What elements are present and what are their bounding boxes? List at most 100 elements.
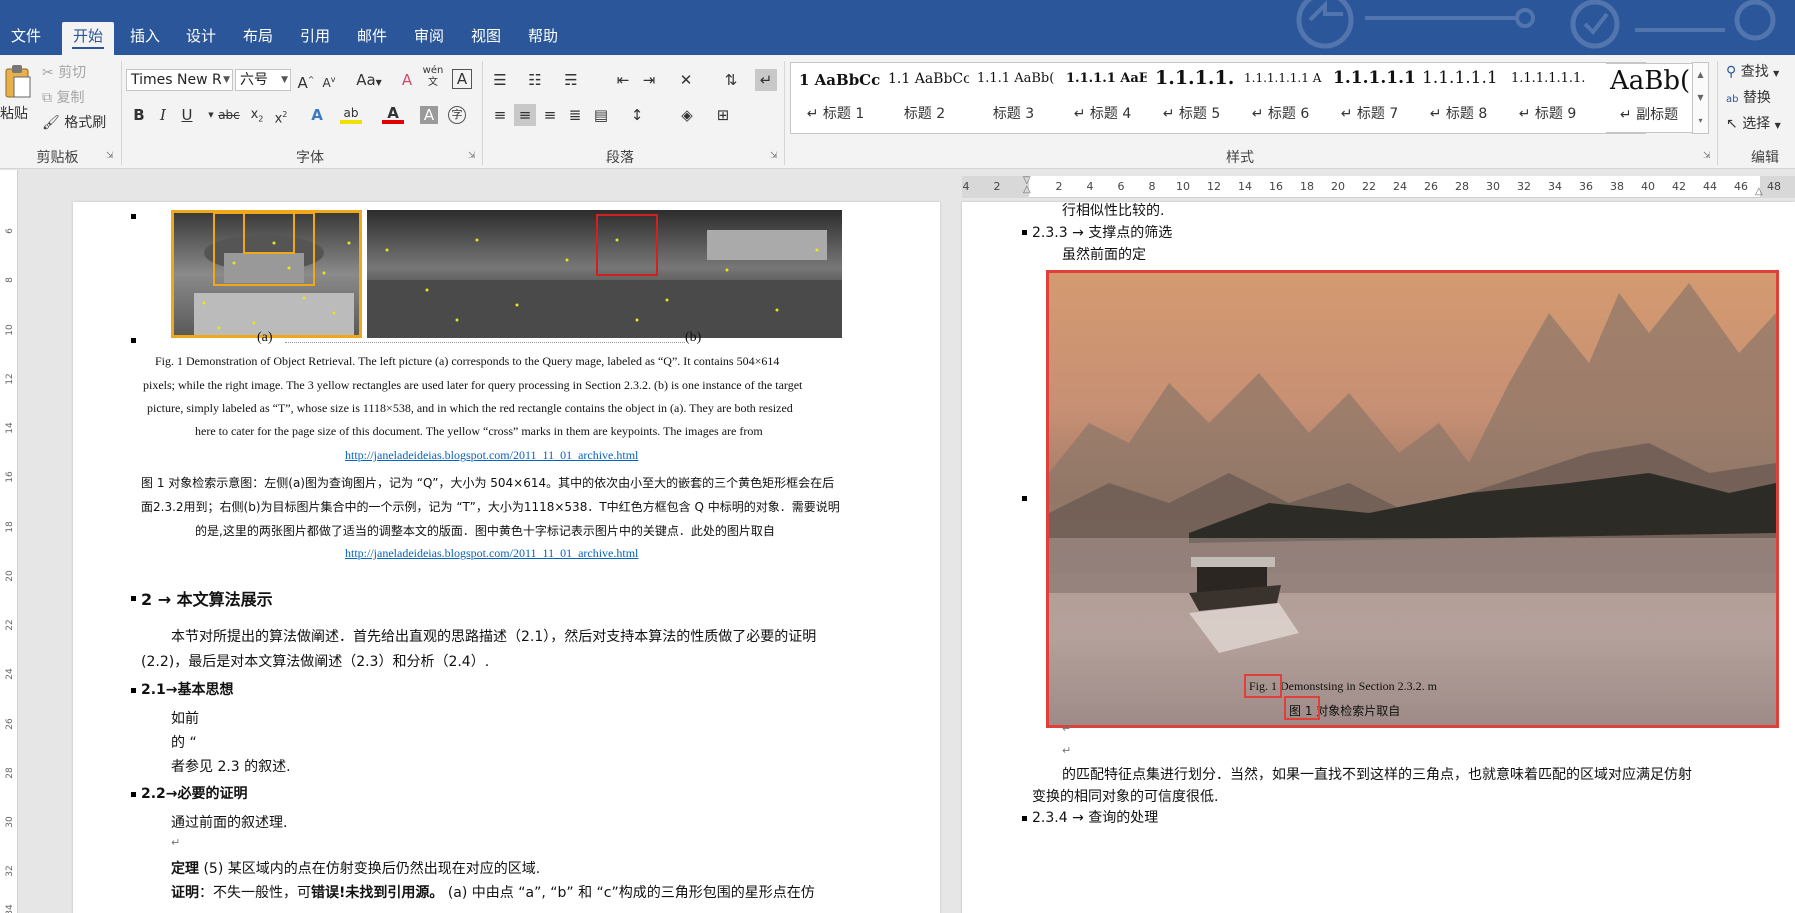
replace-button[interactable]: ab 替换	[1726, 87, 1771, 107]
style-subtitle[interactable]: AaBb( ↵ 副标题	[1606, 63, 1692, 133]
tab-view[interactable]: 视图	[463, 22, 509, 55]
numbering-button[interactable]: ☷	[524, 69, 546, 91]
ruler-tick: 28	[5, 767, 15, 779]
styles-launcher-icon[interactable]: ⇲	[1703, 151, 1711, 161]
group-label-clipboard: 剪贴板	[36, 150, 79, 166]
reference-error[interactable]: 错误!未找到引用源。	[311, 885, 443, 901]
borders-button[interactable]: ⊞	[712, 104, 734, 126]
text-effects-button[interactable]: A	[306, 104, 328, 126]
font-size-combo[interactable]: 六号 ▼	[235, 69, 291, 91]
tab-layout[interactable]: 布局	[235, 22, 281, 55]
copy-button[interactable]: ⧉ 复制	[42, 87, 84, 107]
strikethrough-button[interactable]: abc	[218, 104, 240, 126]
chinese-layout-button[interactable]: ✕	[675, 69, 697, 91]
highlight-button[interactable]: ab	[340, 102, 362, 124]
body-line: 者参见 2.3 的叙述.	[171, 759, 291, 775]
li-river-photo[interactable]	[1046, 270, 1779, 728]
shading-button[interactable]: ◈	[676, 104, 698, 126]
format-painter-label: 格式刷	[64, 115, 107, 131]
document-page-left[interactable]: (a) (b) Fig. 1 Demonstration of Object R…	[73, 202, 940, 913]
show-formatting-marks-button[interactable]: ↵	[755, 69, 777, 91]
horizontal-ruler[interactable]: 4 2 2 4 6 8 10 12 14 16 18 20 22 24 26 2…	[962, 176, 1795, 198]
find-button[interactable]: ⚲ 查找 ▼	[1726, 61, 1779, 81]
justify-button[interactable]: ≣	[564, 104, 586, 126]
group-divider	[1717, 61, 1718, 165]
style-heading-4[interactable]: 1.1.1.1 AaE ↵ 标题 4	[1058, 63, 1147, 133]
font-color-button[interactable]: A	[382, 102, 404, 124]
align-right-button[interactable]: ≡	[539, 104, 561, 126]
paste-button[interactable]: 粘贴	[0, 63, 34, 135]
paragraph-bullet	[131, 214, 136, 219]
italic-button[interactable]: I	[152, 104, 174, 126]
distributed-button[interactable]: ▤	[590, 104, 612, 126]
tab-home[interactable]: 开始	[62, 22, 114, 55]
fig-caption-en-line: pixels; while the right image. The 3 yel…	[143, 378, 803, 392]
source-link[interactable]: http://janeladeideias.blogspot.com/2011_…	[345, 546, 638, 561]
more-styles-icon[interactable]: ▾	[1693, 109, 1708, 132]
ruler-tick: 6	[5, 228, 15, 234]
body-line: 如前	[171, 711, 199, 727]
multilevel-list-button[interactable]: ☴	[560, 69, 582, 91]
style-heading-8[interactable]: 1.1.1.1.1 ↵ 标题 8	[1414, 63, 1503, 133]
character-shading-button[interactable]: A	[420, 106, 438, 124]
title-bar-decoration	[1296, 0, 1776, 49]
style-sample: 1.1.1.1.1	[1422, 68, 1498, 88]
line-spacing-button[interactable]: ↕	[626, 104, 648, 126]
document-page-right[interactable]: 行相似性比较的. 2.3.3 → 支撑点的筛选 虽然前面的定 Fig. 1 De…	[962, 202, 1795, 913]
ruler-tick: 12	[1207, 180, 1221, 193]
proof-text: (a) 中由点 “a”, “b” 和 “c”构成的三角形包围的星形点在仿	[447, 885, 815, 901]
tab-help[interactable]: 帮助	[520, 22, 566, 55]
bullets-button[interactable]: ☰	[489, 69, 511, 91]
font-name-value: Times New R	[131, 72, 222, 88]
change-case-button[interactable]: Aa▼	[352, 69, 386, 91]
style-heading-5[interactable]: 1.1.1.1. ↵ 标题 5	[1147, 63, 1236, 133]
target-image-t	[367, 210, 842, 338]
tab-review[interactable]: 审阅	[406, 22, 452, 55]
phonetic-guide-button[interactable]: wén 文	[422, 65, 444, 88]
select-button[interactable]: ↖ 选择 ▼	[1726, 113, 1781, 133]
vertical-ruler[interactable]: 6 8 10 12 14 16 18 20 22 24 26 28 30 32 …	[0, 170, 18, 913]
tab-file[interactable]: 文件	[2, 22, 50, 55]
word-window: 文件 开始 插入 设计 布局 引用 邮件 审阅 视图 帮助 粘贴 ✂ 剪切 ⧉ …	[0, 0, 1795, 913]
font-name-combo[interactable]: Times New R ▼	[126, 69, 233, 91]
character-border-button[interactable]: A	[452, 69, 472, 89]
source-link[interactable]: http://janeladeideias.blogspot.com/2011_…	[345, 448, 638, 463]
decrease-indent-button[interactable]: ⇤	[612, 69, 634, 91]
paragraph-bullet	[131, 688, 136, 693]
cut-button[interactable]: ✂ 剪切	[42, 62, 86, 82]
tab-design[interactable]: 设计	[178, 22, 224, 55]
query-image-q	[171, 210, 362, 338]
tab-mailings[interactable]: 邮件	[349, 22, 395, 55]
paragraph-launcher-icon[interactable]: ⇲	[770, 151, 778, 161]
scroll-up-icon[interactable]: ▲	[1693, 63, 1708, 86]
style-heading-2[interactable]: 1.1 AaBbCc 标题 2	[880, 63, 969, 133]
clear-formatting-icon[interactable]: A	[396, 69, 418, 91]
underline-button[interactable]: U	[176, 104, 198, 126]
scroll-down-icon[interactable]: ▼	[1693, 86, 1708, 109]
grow-font-button[interactable]: A^	[295, 69, 317, 92]
style-heading-7[interactable]: 1.1.1.1.1. ↵ 标题 7	[1325, 63, 1414, 133]
align-center-button[interactable]: ≡	[514, 104, 536, 126]
tab-references[interactable]: 引用	[292, 22, 338, 55]
increase-indent-button[interactable]: ⇥	[638, 69, 660, 91]
bold-button[interactable]: B	[128, 104, 150, 126]
align-left-button[interactable]: ≡	[489, 104, 511, 126]
styles-gallery-scroll[interactable]: ▲ ▼ ▾	[1692, 62, 1709, 134]
style-heading-9[interactable]: 1.1.1.1.1.1. ↵ 标题 9	[1503, 63, 1592, 133]
style-heading-3[interactable]: 1.1.1 AaBb( 标题 3	[969, 63, 1058, 133]
font-launcher-icon[interactable]: ⇲	[468, 151, 476, 161]
style-sample: AaBb(	[1610, 66, 1691, 96]
format-painter-button[interactable]: 🖌 格式刷	[42, 112, 106, 132]
right-indent-marker-icon[interactable]: △	[1755, 186, 1763, 197]
tab-insert[interactable]: 插入	[122, 22, 168, 55]
style-heading-1[interactable]: 1 AaBbCc ↵ 标题 1	[791, 63, 880, 133]
enclose-characters-button[interactable]: 字	[448, 106, 466, 124]
subfigure-label-a: (a)	[257, 330, 273, 345]
subscript-button[interactable]: x2	[246, 104, 268, 126]
style-heading-6[interactable]: 1.1.1.1.1.1 A ↵ 标题 6	[1236, 63, 1325, 133]
shrink-font-button[interactable]: Av	[318, 69, 340, 91]
indent-marker-icon[interactable]: ▽ △	[1023, 176, 1031, 195]
superscript-button[interactable]: x2	[270, 104, 292, 126]
clipboard-launcher-icon[interactable]: ⇲	[106, 151, 114, 161]
sort-button[interactable]: ⇅	[720, 69, 742, 91]
